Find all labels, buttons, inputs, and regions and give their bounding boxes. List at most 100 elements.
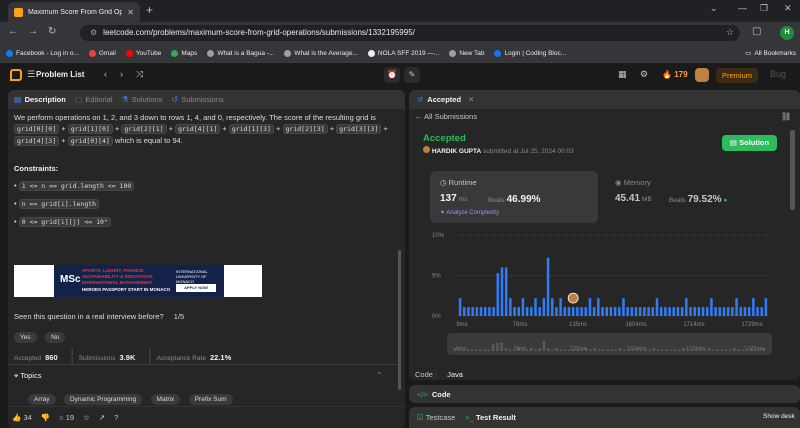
memory-card[interactable]: ◉ Memory 45.41 MB Beats 79.52% ●: [605, 171, 775, 223]
all-bookmarks[interactable]: ▭ All Bookmarks: [745, 49, 800, 58]
bookmark-item[interactable]: What is the Average...: [284, 49, 358, 57]
ad-banner[interactable]: MSc SPORTS, LUXURY, FINANCE, SUSTAINABIL…: [14, 265, 262, 297]
runtime-bar[interactable]: [655, 298, 659, 316]
runtime-bar[interactable]: [680, 307, 684, 316]
no-button[interactable]: No: [45, 332, 66, 343]
runtime-bar[interactable]: [676, 307, 680, 316]
new-tab-icon[interactable]: +: [146, 3, 153, 17]
runtime-bar[interactable]: [500, 267, 504, 316]
runtime-bar[interactable]: [555, 307, 558, 316]
runtime-bar[interactable]: [559, 298, 562, 316]
runtime-bar[interactable]: [513, 307, 516, 316]
runtime-bar[interactable]: [747, 307, 751, 316]
layout-icon[interactable]: ▦: [618, 69, 627, 80]
runtime-bar[interactable]: [743, 307, 747, 316]
problem-list-link[interactable]: Problem List: [36, 70, 84, 79]
runtime-bar[interactable]: [710, 298, 713, 316]
runtime-bar[interactable]: [509, 298, 512, 316]
runtime-bar[interactable]: [605, 307, 608, 316]
runtime-bar[interactable]: [659, 307, 663, 316]
runtime-bar[interactable]: [521, 298, 525, 316]
bookmark-star-icon[interactable]: ☆: [726, 27, 734, 38]
runtime-bar[interactable]: [638, 307, 642, 316]
accepted-tab-label[interactable]: Accepted: [427, 95, 461, 104]
premium-button[interactable]: Premium: [716, 68, 758, 83]
runtime-bar[interactable]: [643, 307, 646, 316]
help-icon[interactable]: ?: [114, 413, 118, 422]
tab-submissions[interactable]: ↺ Submissions: [172, 95, 224, 104]
runtime-bar[interactable]: [538, 307, 541, 316]
link-icon[interactable]: ⛓: [781, 112, 791, 121]
analyze-complexity-link[interactable]: ✦ Analyze Complexity: [440, 209, 499, 216]
chart-range-slider[interactable]: 9ms 78ms 135ms 1604ms 1714ms 1729ms: [447, 333, 772, 355]
forward-icon[interactable]: →: [28, 26, 38, 37]
runtime-bar[interactable]: [563, 307, 567, 316]
runtime-bar[interactable]: [634, 307, 638, 316]
bookmark-item[interactable]: Maps: [171, 49, 197, 57]
runtime-bar[interactable]: [517, 307, 520, 316]
submitter-name[interactable]: HARDIK GUPTA: [432, 148, 481, 155]
runtime-bar[interactable]: [534, 298, 537, 316]
runtime-bar[interactable]: [756, 307, 759, 316]
prev-problem-icon[interactable]: ‹: [104, 69, 107, 79]
user-avatar[interactable]: [695, 68, 709, 82]
runtime-bar[interactable]: [467, 307, 470, 316]
show-desktop-button[interactable]: Show desk: [763, 413, 795, 420]
close-tab-icon[interactable]: ✕: [127, 8, 134, 17]
bookmark-item[interactable]: Facebook - Log in o...: [6, 49, 79, 57]
runtime-bar[interactable]: [618, 307, 621, 316]
topic-tag[interactable]: Array: [28, 394, 56, 405]
runtime-bar[interactable]: [735, 298, 738, 316]
runtime-bar[interactable]: [496, 273, 500, 316]
dislike-button[interactable]: 👎: [41, 413, 50, 422]
close-tab-icon[interactable]: ✕: [468, 95, 474, 104]
runtime-bar[interactable]: [701, 307, 705, 316]
runtime-bar[interactable]: [580, 307, 583, 316]
runtime-bar[interactable]: [714, 307, 717, 316]
runtime-bar[interactable]: [647, 307, 650, 316]
tab-editorial[interactable]: ▢ Editorial: [75, 95, 113, 104]
favorite-star-icon[interactable]: ☆: [83, 413, 90, 422]
your-submission-marker[interactable]: [567, 292, 579, 304]
profile-avatar[interactable]: H: [780, 26, 794, 40]
topic-tag[interactable]: Prefix Sum: [188, 394, 233, 405]
bookmark-item[interactable]: Login | Coding Bloc...: [494, 49, 566, 57]
runtime-bar[interactable]: [689, 307, 692, 316]
runtime-bar[interactable]: [693, 307, 696, 316]
runtime-bar[interactable]: [463, 307, 466, 316]
runtime-bar[interactable]: [613, 307, 617, 316]
tab-description[interactable]: ▤ Description: [14, 95, 66, 104]
runtime-bar[interactable]: [576, 307, 579, 316]
runtime-bar[interactable]: [546, 257, 550, 316]
close-window-icon[interactable]: ✕: [784, 3, 792, 14]
leetcode-logo-icon[interactable]: [10, 69, 22, 81]
comments-button[interactable]: ○ 19: [59, 413, 74, 422]
ad-apply-button[interactable]: APPLY NOW: [176, 284, 216, 292]
tab-search-icon[interactable]: ⌄: [710, 3, 718, 14]
site-info-icon[interactable]: ⚙: [90, 28, 97, 37]
runtime-bar[interactable]: [542, 298, 546, 316]
runtime-card[interactable]: ◷ Runtime 137 ms Beats 46.99% ✦ Analyze Co…: [430, 171, 598, 223]
topic-tag[interactable]: Matrix: [150, 394, 181, 405]
runtime-distribution-chart[interactable]: 10% 5% 0% 9ms 78ms 135ms 1604ms 1714ms 1729ms: [430, 230, 780, 330]
runtime-bar[interactable]: [622, 298, 625, 316]
runtime-bar[interactable]: [584, 307, 588, 316]
runtime-bar[interactable]: [479, 307, 483, 316]
solution-button[interactable]: ▤ Solution: [722, 135, 777, 151]
code-panel-header[interactable]: </> Code: [409, 385, 800, 403]
reload-icon[interactable]: ↻: [48, 26, 56, 37]
runtime-bar[interactable]: [760, 307, 763, 316]
runtime-bar[interactable]: [630, 307, 634, 316]
runtime-bar[interactable]: [609, 307, 613, 316]
runtime-bar[interactable]: [592, 307, 596, 316]
runtime-bar[interactable]: [764, 298, 768, 316]
bookmark-item[interactable]: Gmail: [88, 49, 116, 57]
runtime-bar[interactable]: [597, 298, 600, 316]
yes-button[interactable]: Yes: [14, 332, 37, 343]
runtime-bar[interactable]: [626, 307, 629, 316]
runtime-bar[interactable]: [458, 298, 462, 316]
share-icon[interactable]: ↗: [99, 413, 105, 422]
browser-tab[interactable]: Maximum Score From Grid Ope ✕: [8, 2, 140, 22]
runtime-bar[interactable]: [651, 307, 655, 316]
runtime-bar[interactable]: [739, 307, 743, 316]
